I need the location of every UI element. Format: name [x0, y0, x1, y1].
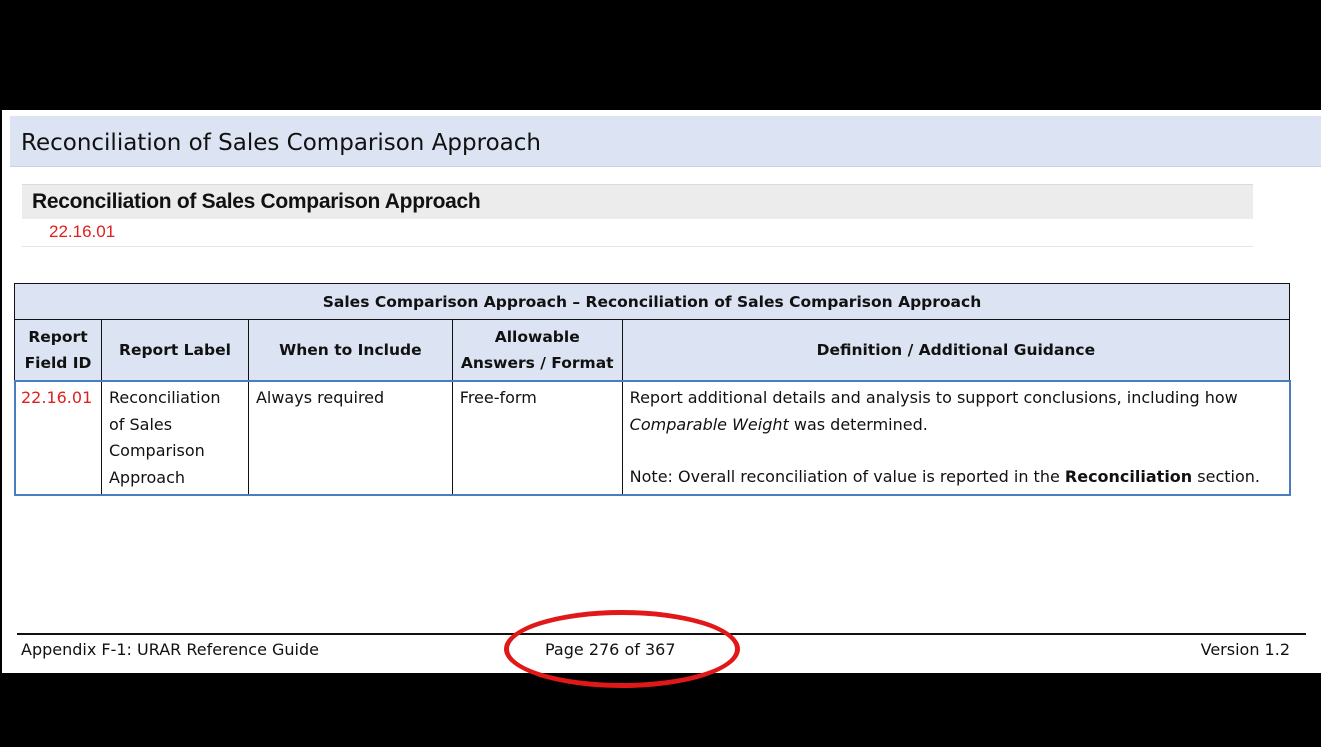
- note-prefix: Note: Overall reconciliation of value is…: [629, 467, 1065, 486]
- header-field-id-line1: Report: [28, 328, 88, 346]
- header-definition: Definition / Additional Guidance: [621, 319, 1291, 381]
- table-row: 22.16.01 Reconciliation of Sales Compari…: [13, 379, 1291, 496]
- cell-allowable-format: Free-form: [451, 380, 623, 495]
- note-bold: Reconciliation: [1064, 467, 1193, 486]
- definition-line2: Comparable Weight was determined.: [630, 412, 1282, 439]
- cell-when-to-include: Always required: [247, 380, 453, 495]
- divider: [22, 246, 1253, 247]
- annotation-circle: [504, 610, 740, 688]
- reference-table: Sales Comparison Approach – Reconciliati…: [13, 283, 1291, 496]
- footer-guide-title: Appendix F-1: URAR Reference Guide: [21, 640, 319, 659]
- label-line: of Sales: [108, 414, 173, 434]
- label-line: Approach: [108, 467, 185, 487]
- header-format-line1: Allowable: [494, 328, 580, 346]
- header-format-line2: Answers / Format: [460, 354, 614, 372]
- definition-emphasis: Comparable Weight: [629, 414, 789, 434]
- footer-version: Version 1.2: [1200, 640, 1290, 659]
- header-field-id-line2: Field ID: [24, 354, 92, 372]
- definition-line1: Report additional details and analysis t…: [629, 388, 1238, 407]
- field-title: Reconciliation of Sales Comparison Appro…: [32, 190, 481, 213]
- header-field-id: Report Field ID: [14, 319, 102, 381]
- label-line: Reconciliation: [108, 388, 221, 407]
- section-title: Reconciliation of Sales Comparison Appro…: [21, 130, 541, 156]
- header-allowable-format: Allowable Answers / Format: [451, 319, 623, 381]
- definition-line2-rest: was determined.: [788, 414, 928, 434]
- section-header: Reconciliation of Sales Comparison Appro…: [10, 116, 1321, 167]
- definition-spacer: [630, 438, 1282, 464]
- note-suffix: section.: [1192, 467, 1260, 486]
- table-span-title: Sales Comparison Approach – Reconciliati…: [14, 283, 1290, 320]
- label-line: Comparison: [108, 441, 205, 460]
- definition-note: Note: Overall reconciliation of value is…: [630, 464, 1282, 491]
- field-id: 22.16.01: [49, 222, 116, 241]
- header-when-to-include: When to Include: [247, 319, 453, 381]
- cell-field-id: 22.16.01: [14, 380, 102, 495]
- document-page: Reconciliation of Sales Comparison Appro…: [2, 110, 1321, 688]
- field-title-box: Reconciliation of Sales Comparison Appro…: [22, 184, 1253, 219]
- cell-report-label: Reconciliation of Sales Comparison Appro…: [100, 380, 249, 495]
- header-report-label: Report Label: [100, 319, 249, 381]
- cell-definition: Report additional details and analysis t…: [621, 380, 1291, 495]
